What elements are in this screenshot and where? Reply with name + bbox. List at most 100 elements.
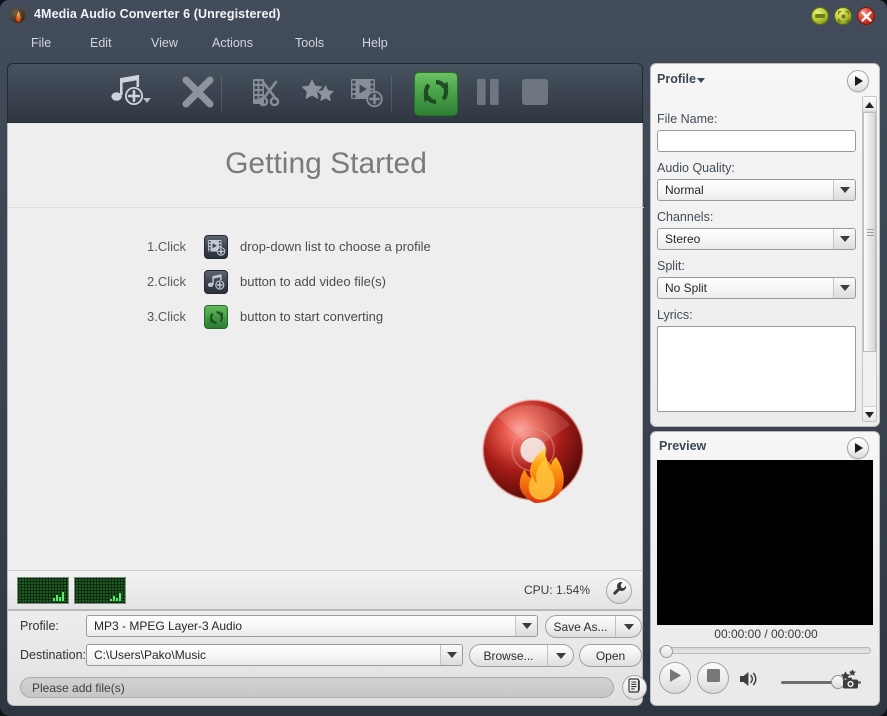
cpu-settings-button[interactable] bbox=[606, 578, 632, 604]
expand-right-icon bbox=[855, 76, 863, 86]
step-number: 3.Click bbox=[147, 309, 187, 324]
preview-panel-expand-button[interactable] bbox=[847, 437, 869, 459]
menu-item-view[interactable]: View bbox=[144, 35, 185, 54]
music-note-add-icon bbox=[107, 73, 147, 116]
application-window: 4Media Audio Converter 6 (Unregistered) bbox=[0, 0, 887, 716]
preview-panel: Preview 00:00:00 / 00:00:00 bbox=[650, 431, 880, 706]
browse-button[interactable]: Browse... bbox=[469, 644, 574, 667]
cpu-usage-strip: CPU: 1.54% bbox=[7, 570, 643, 610]
profile-combo[interactable]: MP3 - MPEG Layer-3 Audio bbox=[86, 615, 538, 637]
chevron-up-icon bbox=[865, 95, 874, 113]
file-name-label: File Name: bbox=[657, 112, 718, 126]
chevron-down-icon bbox=[865, 405, 874, 423]
stars-icon bbox=[300, 76, 336, 113]
preview-panel-title: Preview bbox=[659, 439, 707, 453]
cpu-bars bbox=[110, 587, 121, 601]
music-add-icon bbox=[204, 270, 228, 294]
split-label: Split: bbox=[657, 259, 685, 273]
profile-panel-scrollbar[interactable] bbox=[862, 96, 877, 422]
open-button[interactable]: Open bbox=[579, 644, 642, 667]
close-button[interactable] bbox=[857, 7, 875, 25]
bottom-bar: Profile: MP3 - MPEG Layer-3 Audio Save A… bbox=[7, 610, 647, 706]
minimize-icon bbox=[812, 8, 828, 24]
scroll-down-button[interactable] bbox=[863, 406, 876, 421]
status-message: Please add file(s) bbox=[32, 681, 125, 695]
remove-file-button[interactable] bbox=[176, 72, 220, 116]
preview-video-screen[interactable] bbox=[657, 460, 873, 625]
channels-combo[interactable]: Stereo bbox=[657, 228, 856, 250]
page-title: Getting Started bbox=[225, 147, 427, 180]
maximize-button[interactable] bbox=[834, 7, 852, 25]
maximize-icon bbox=[835, 8, 851, 24]
seek-slider-knob[interactable] bbox=[660, 645, 673, 658]
wrench-icon bbox=[612, 581, 627, 601]
menu-item-actions[interactable]: Actions bbox=[205, 35, 260, 54]
menu-bar: File Edit View Actions Tools Help bbox=[0, 31, 887, 58]
seek-slider[interactable] bbox=[659, 645, 871, 658]
pause-button[interactable] bbox=[466, 72, 510, 116]
step-number: 2.Click bbox=[147, 274, 187, 289]
destination-label: Destination: bbox=[20, 648, 87, 662]
scroll-up-button[interactable] bbox=[863, 97, 876, 112]
file-name-input[interactable] bbox=[657, 130, 856, 152]
close-icon bbox=[858, 8, 874, 24]
cpu-bars bbox=[53, 587, 64, 601]
convert-button[interactable] bbox=[414, 72, 458, 116]
lyrics-label: Lyrics: bbox=[657, 308, 693, 322]
profile-settings-panel: Profile File Name: Audio Quality: Normal… bbox=[650, 63, 880, 427]
film-scissors-icon bbox=[250, 75, 284, 114]
menu-item-tools[interactable]: Tools bbox=[288, 35, 331, 54]
save-as-button[interactable]: Save As... bbox=[545, 615, 642, 638]
main-content-area: Getting Started 1.Click drop-down list t… bbox=[7, 123, 644, 570]
chevron-down-icon[interactable] bbox=[440, 645, 462, 665]
snapshot-star-icon bbox=[839, 669, 861, 694]
divider bbox=[8, 207, 644, 208]
channels-value: Stereo bbox=[665, 232, 701, 246]
step-text: button to start converting bbox=[240, 309, 384, 324]
cpu-graph-core-1 bbox=[17, 577, 69, 604]
title-bar: 4Media Audio Converter 6 (Unregistered) bbox=[0, 0, 887, 31]
chevron-down-icon bbox=[696, 78, 705, 83]
menu-item-edit[interactable]: Edit bbox=[83, 35, 119, 54]
split-combo[interactable]: No Split bbox=[657, 277, 856, 299]
profile-panel-header[interactable]: Profile bbox=[657, 72, 705, 86]
play-button[interactable] bbox=[659, 662, 691, 694]
stop-button[interactable] bbox=[513, 72, 557, 116]
pause-icon bbox=[474, 77, 502, 112]
snapshot-button[interactable] bbox=[839, 668, 861, 695]
profile-panel-expand-button[interactable] bbox=[847, 70, 869, 92]
minimize-button[interactable] bbox=[811, 7, 829, 25]
menu-item-file[interactable]: File bbox=[24, 35, 58, 54]
scrollbar-thumb[interactable] bbox=[863, 112, 876, 352]
toolbar-separator bbox=[391, 76, 392, 112]
chevron-down-icon bbox=[143, 98, 151, 103]
expand-right-icon bbox=[855, 443, 863, 453]
cpu-graph-core-2 bbox=[74, 577, 126, 604]
add-file-button[interactable] bbox=[105, 72, 151, 116]
preview-stop-button[interactable] bbox=[697, 662, 729, 694]
save-as-label: Save As... bbox=[553, 619, 608, 634]
toolbar bbox=[7, 63, 643, 123]
browse-label: Browse... bbox=[483, 648, 534, 663]
preview-time-label: 00:00:00 / 00:00:00 bbox=[714, 627, 818, 641]
clip-button[interactable] bbox=[245, 72, 289, 116]
chevron-down-icon[interactable] bbox=[833, 180, 855, 200]
add-to-list-button[interactable] bbox=[345, 72, 389, 116]
chevron-down-icon[interactable] bbox=[833, 278, 855, 298]
split-value: No Split bbox=[665, 281, 708, 295]
close-x-icon bbox=[181, 75, 215, 114]
effect-button[interactable] bbox=[296, 72, 340, 116]
chevron-down-icon[interactable] bbox=[515, 616, 537, 636]
chevron-down-icon[interactable] bbox=[547, 645, 573, 666]
menu-item-help[interactable]: Help bbox=[355, 35, 395, 54]
convert-icon bbox=[204, 305, 228, 329]
chevron-down-icon[interactable] bbox=[615, 616, 641, 637]
lyrics-textarea[interactable] bbox=[657, 326, 856, 412]
chevron-down-icon[interactable] bbox=[833, 229, 855, 249]
volume-button[interactable] bbox=[739, 670, 759, 693]
destination-combo[interactable]: C:\Users\Pako\Music bbox=[86, 644, 463, 666]
app-icon bbox=[9, 7, 26, 24]
cpu-usage-label: CPU: 1.54% bbox=[523, 583, 590, 597]
audio-quality-combo[interactable]: Normal bbox=[657, 179, 856, 201]
status-list-button[interactable] bbox=[622, 675, 647, 700]
